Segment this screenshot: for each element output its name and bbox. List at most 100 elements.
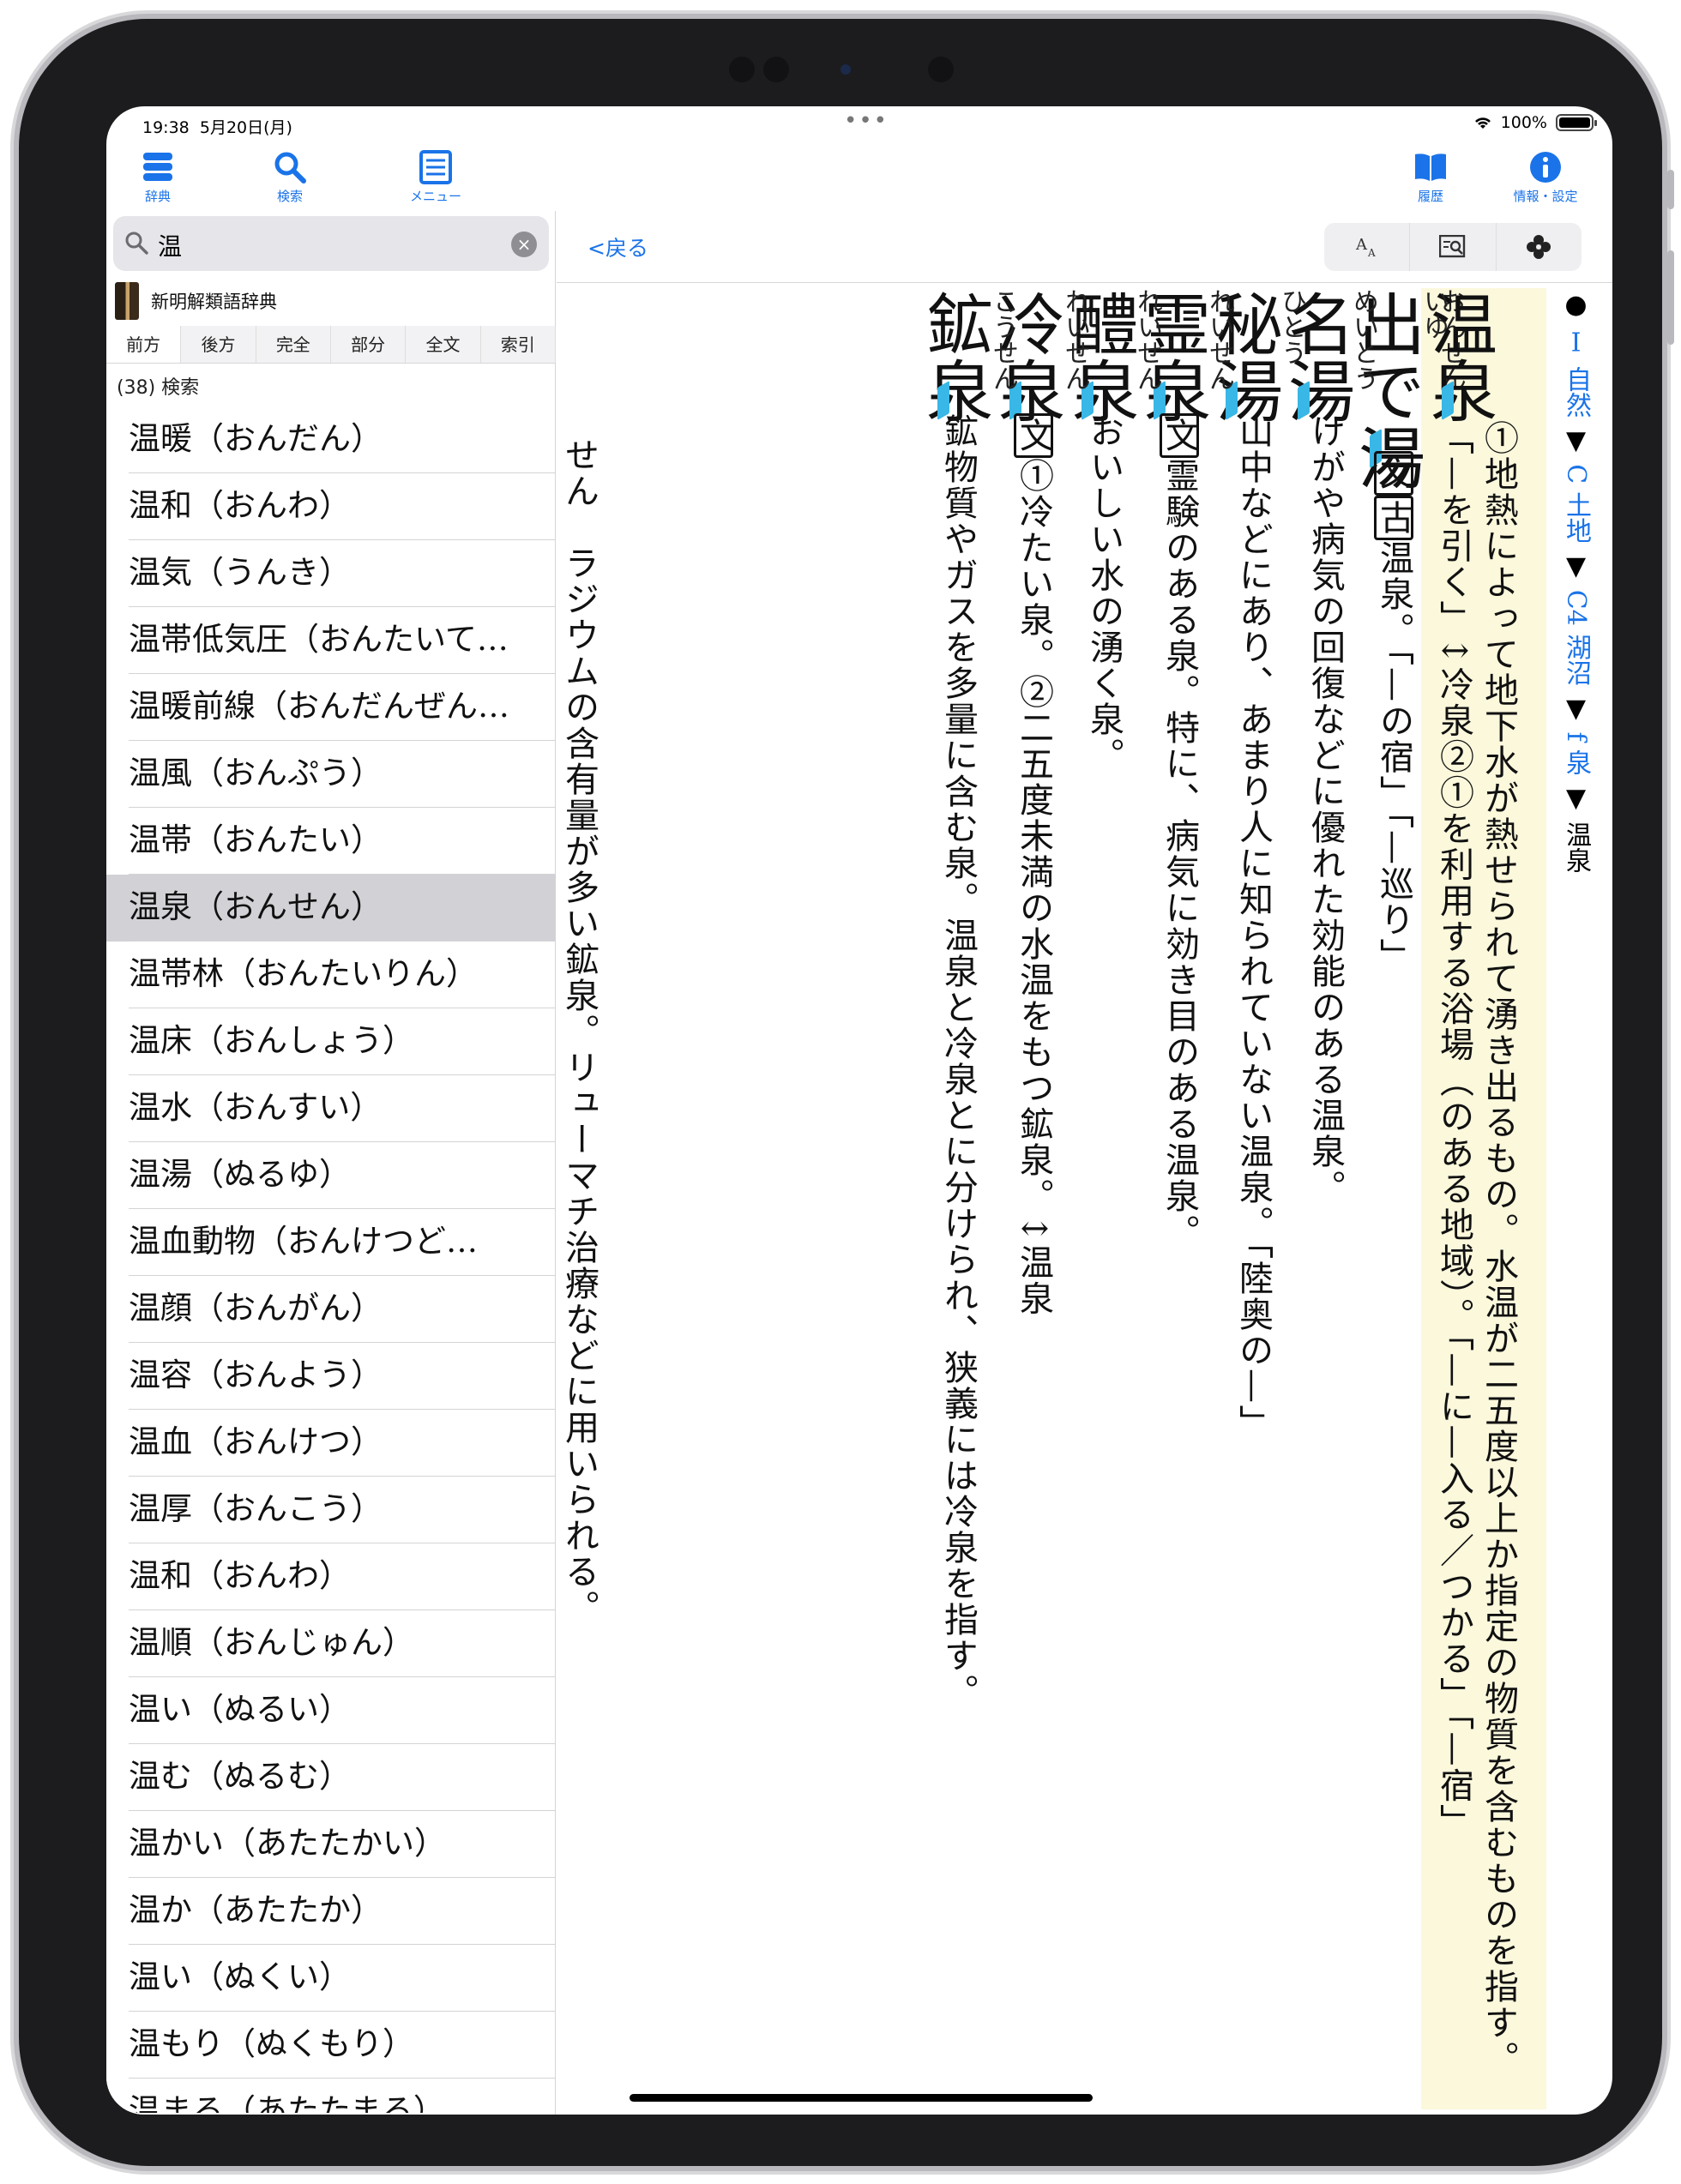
- entry-onsen-body: ①地熱によって地下水が熱せられて湧き出るもの。水温が二五度以上か指定の物質を含む…: [1434, 420, 1518, 2077]
- entry-marker-icon: [1296, 369, 1312, 421]
- result-list-item[interactable]: 温い（ぬくい）: [106, 1945, 556, 2012]
- dictionary-name: 新明解類語辞典: [151, 292, 277, 312]
- tab-fulltext[interactable]: 全文: [406, 326, 481, 363]
- ipad-frame: 19:38 5月20日(月) ••• 100% 辞典 検索 メニュー 履歴 情報…: [19, 19, 1674, 2166]
- literary-tag: 文: [1374, 451, 1413, 496]
- entry-hito-body: 山中などにあり、あまり人に知られていない温泉。「陸奥の—」: [1233, 413, 1273, 1441]
- archaic-tag: 古: [1374, 496, 1413, 540]
- dictionary-selector[interactable]: 新明解類語辞典: [115, 280, 277, 322]
- entry-reisen3-body: 文①冷たい泉。②二五度未満の水温をもつ鉱泉。↕温泉: [1011, 413, 1056, 1317]
- font-size-icon: AA: [1355, 236, 1376, 259]
- entry-tools: AA: [1324, 223, 1582, 271]
- result-list-item[interactable]: 温帯低気圧（おんたいて…: [106, 607, 556, 674]
- search-input[interactable]: 温: [158, 228, 182, 262]
- menu-button[interactable]: メニュー: [384, 149, 487, 205]
- clear-search-icon[interactable]: ×: [511, 232, 537, 257]
- search-icon: [274, 152, 306, 184]
- result-list-item[interactable]: 温暖（おんだん）: [106, 406, 556, 473]
- history-button[interactable]: 履歴: [1379, 149, 1482, 205]
- result-list-item[interactable]: 温帯林（おんたいりん）: [106, 942, 556, 1008]
- result-list-item[interactable]: 温湯（ぬるゆ）: [106, 1142, 556, 1209]
- battery-percent: 100%: [1500, 113, 1547, 132]
- breadcrumb-separator-icon: ▼: [1561, 551, 1591, 582]
- result-list-item[interactable]: 温泉（おんせん）: [106, 875, 556, 942]
- search-field[interactable]: 温 ×: [113, 216, 549, 271]
- entry-reisen-body: 文霊験のある泉。特に、病気に効き目のある温泉。: [1157, 413, 1202, 1250]
- screen: 19:38 5月20日(月) ••• 100% 辞典 検索 メニュー 履歴 情報…: [106, 106, 1612, 2115]
- result-list-item[interactable]: 温帯（おんたい）: [106, 808, 556, 875]
- tab-prefix[interactable]: 前方: [106, 326, 182, 363]
- font-size-button[interactable]: AA: [1324, 223, 1411, 271]
- history-book-icon: [1415, 153, 1446, 181]
- entry-reisen2-body: おいしい水の湧く泉。: [1084, 413, 1124, 773]
- find-in-page-button[interactable]: [1410, 223, 1497, 271]
- search-button[interactable]: 検索: [238, 149, 341, 205]
- history-label: 履歴: [1417, 189, 1443, 204]
- back-button[interactable]: <戻る: [587, 232, 648, 262]
- breadcrumb-separator-icon: ▼: [1561, 783, 1591, 814]
- tab-exact[interactable]: 完全: [256, 326, 331, 363]
- literary-tag: 文: [1014, 413, 1053, 458]
- result-list-item[interactable]: 温容（おんよう）: [106, 1343, 556, 1410]
- result-list-item[interactable]: 温水（おんすい）: [106, 1075, 556, 1142]
- result-list-item[interactable]: 温厚（おんこう）: [106, 1477, 556, 1543]
- result-list-item[interactable]: 温血（おんけつ）: [106, 1410, 556, 1477]
- home-indicator[interactable]: [630, 2094, 1093, 2102]
- entry-marker-icon: [936, 369, 952, 421]
- camera-lens-icon: [840, 64, 851, 75]
- entry-nav-bar: <戻る AA: [557, 211, 1612, 283]
- svg-text:A: A: [1355, 236, 1368, 254]
- info-settings-button[interactable]: 情報・設定: [1494, 149, 1597, 205]
- entry-meito-body: けがや病気の回復などに優れた効能のある温泉。: [1305, 413, 1345, 1206]
- entry-reader: ● Ⅰ 自然 ▼ C 土地 ▼ C4 湖沼 ▼ f 泉 ▼ 温泉 おんせん 温泉…: [557, 283, 1612, 2115]
- tab-partial[interactable]: 部分: [331, 326, 407, 363]
- result-list-item[interactable]: 温い（ぬるい）: [106, 1677, 556, 1744]
- entry-kosen-body: 鉱物質やガスを多量に含む泉。温泉と冷泉とに分けられ、狭義には冷泉を指す。: [938, 413, 978, 1710]
- multitasking-dots-icon[interactable]: •••: [844, 108, 889, 134]
- entry-kosen-title[interactable]: 鉱泉: [915, 290, 992, 424]
- result-list-item[interactable]: 温まる（あたたまる）: [106, 2079, 556, 2113]
- result-list-item[interactable]: 温血動物（おんけつど…: [106, 1209, 556, 1276]
- search-icon: [125, 232, 148, 255]
- status-bar: 19:38 5月20日(月) ••• 100%: [106, 106, 1612, 141]
- toolbar: 辞典 検索 メニュー 履歴 情報・設定: [106, 141, 1612, 211]
- tab-index[interactable]: 索引: [481, 326, 556, 363]
- breadcrumb-separator-icon: ▼: [1561, 693, 1591, 724]
- dictionary-label: 辞典: [144, 189, 171, 204]
- camera-sensor-icon: [763, 57, 789, 82]
- result-list-item[interactable]: 温和（おんわ）: [106, 1543, 556, 1610]
- more-options-button[interactable]: [1497, 223, 1582, 271]
- result-list-item[interactable]: 温風（おんぷう）: [106, 741, 556, 808]
- tab-suffix[interactable]: 後方: [181, 326, 256, 363]
- result-list-item[interactable]: 温む（ぬるむ）: [106, 1744, 556, 1811]
- camera-sensor-icon: [729, 57, 755, 82]
- dictionary-cover-icon: [115, 282, 139, 320]
- result-list-item[interactable]: 温か（あたたか）: [106, 1878, 556, 1945]
- dictionary-button[interactable]: 辞典: [106, 149, 209, 205]
- breadcrumb-spring[interactable]: f 泉: [1561, 731, 1591, 775]
- search-label: 検索: [276, 189, 303, 204]
- result-list-item[interactable]: 温床（おんしょう）: [106, 1008, 556, 1075]
- entry-partial-body: せん ラジウムの含有量が多い鉱泉。リューマチ治療などに用いられる。: [559, 437, 599, 1626]
- result-list-item[interactable]: 温暖前線（おんだんぜん…: [106, 674, 556, 741]
- entry-ideyu-body: 文古温泉。「—の宿」「—巡り」: [1371, 451, 1416, 974]
- breadcrumb-current: 温泉: [1561, 821, 1591, 874]
- breadcrumb-nature[interactable]: Ⅰ 自然: [1561, 328, 1591, 418]
- clover-menu-icon: [1527, 235, 1551, 259]
- entry-marker-icon: [1440, 369, 1456, 421]
- breadcrumb-land[interactable]: C 土地: [1561, 464, 1591, 544]
- battery-icon: [1556, 114, 1597, 131]
- camera-bar: [19, 57, 1662, 82]
- result-list-item[interactable]: 温かい（あたたかい）: [106, 1811, 556, 1878]
- find-in-page-icon: [1438, 235, 1466, 258]
- status-time: 19:38 5月20日(月): [142, 118, 292, 137]
- volume-button: [1667, 250, 1674, 345]
- result-list-item[interactable]: 温気（うんき）: [106, 540, 556, 607]
- result-count: (38) 検索: [117, 377, 200, 399]
- result-list-item[interactable]: 温顔（おんがん）: [106, 1276, 556, 1343]
- result-list-item[interactable]: 温もり（ぬくもり）: [106, 2012, 556, 2079]
- status-right: 100%: [1473, 113, 1597, 132]
- breadcrumb-lakes[interactable]: C4 湖沼: [1561, 590, 1591, 686]
- result-list-item[interactable]: 温和（おんわ）: [106, 473, 556, 540]
- result-list-item[interactable]: 温順（おんじゅん）: [106, 1610, 556, 1677]
